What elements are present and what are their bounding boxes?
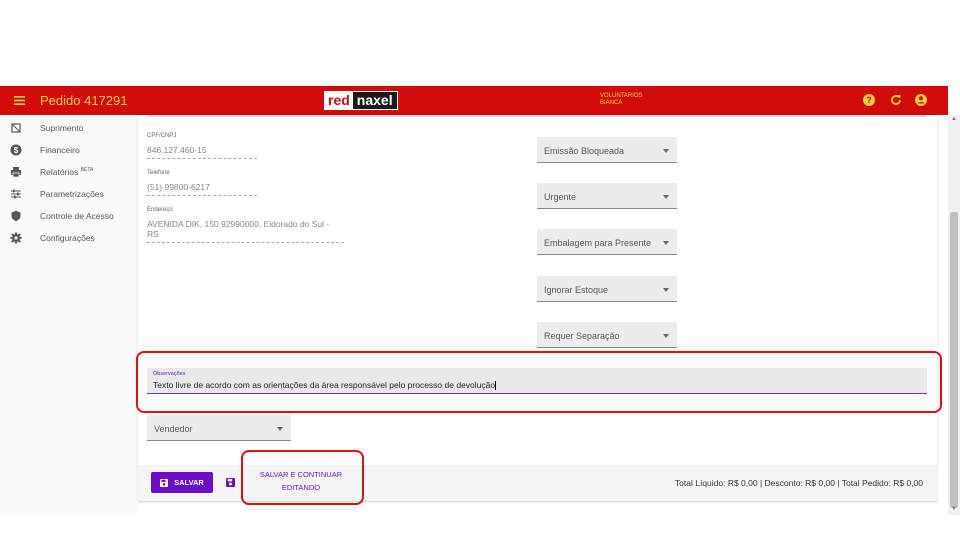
select-label: Requer Separação — [544, 331, 620, 341]
sidebar-item-label: Parametrizações — [40, 189, 104, 199]
user-info: VOLUNTARIOS BIANCA — [600, 93, 643, 107]
select-ignorar-estoque[interactable]: Ignorar Estoque — [537, 276, 677, 302]
phone-underline — [147, 195, 257, 196]
sidebar-item-label: Relatórios BETA — [40, 167, 93, 177]
select-urgente[interactable]: Urgente — [537, 183, 677, 209]
select-label: Ignorar Estoque — [544, 285, 609, 295]
select-label: Urgente — [544, 192, 577, 202]
select-requer-separacao[interactable]: Requer Separação — [537, 322, 677, 348]
supply-icon — [11, 123, 21, 133]
sidebar-item-label: Financeiro — [40, 145, 80, 155]
select-emissao-bloqueada[interactable]: Emissão Bloqueada — [537, 137, 677, 163]
svg-text:$: $ — [14, 146, 19, 155]
scrollbar-thumb[interactable] — [950, 212, 958, 508]
dropdown-arrow-icon — [663, 149, 669, 153]
dropdown-arrow-icon — [663, 334, 669, 338]
user-name: BIANCA — [600, 100, 623, 106]
shield-icon — [11, 210, 21, 222]
address-value-line1: AVENIDA DIK, 150 92990000, Eldorado do S… — [147, 219, 330, 229]
address-value-line2: RS — [147, 229, 159, 239]
printer-icon — [11, 167, 21, 178]
vendor-select[interactable]: Vendedor — [147, 415, 291, 441]
cpf-value: 846.127.460-15 — [147, 145, 207, 155]
sidebar-item-parametrizacoes[interactable]: Parametrizações — [0, 184, 137, 204]
sidebar-item-relatorios[interactable]: Relatórios BETA — [0, 162, 137, 182]
relatorios-text: Relatórios — [40, 167, 79, 177]
phone-value: (51) 99800-6217 — [147, 182, 210, 192]
help-icon[interactable]: ? — [862, 93, 876, 107]
sliders-icon — [11, 189, 21, 199]
sidebar-item-controle-acesso[interactable]: Controle de Acesso — [0, 206, 137, 226]
highlight-observations — [136, 351, 942, 413]
svg-text:?: ? — [866, 95, 872, 105]
save-button-label: SALVAR — [174, 478, 204, 487]
scroll-up-icon[interactable]: ▲ — [951, 116, 957, 122]
highlight-save-continue — [241, 450, 364, 505]
card-divider — [148, 115, 926, 117]
sidebar-item-financeiro[interactable]: $ Financeiro — [0, 140, 137, 160]
cpf-label: CPF/CNPJ — [147, 133, 177, 139]
sidebar-item-label: Suprimento — [40, 123, 84, 133]
sidebar-item-suprimento[interactable]: Suprimento — [0, 118, 137, 138]
address-underline — [147, 242, 344, 243]
dropdown-arrow-icon — [663, 195, 669, 199]
sidebar-item-configuracoes[interactable]: Configurações — [0, 228, 137, 248]
cpf-underline — [147, 158, 257, 159]
select-embalagem-presente[interactable]: Embalagem para Presente — [537, 229, 677, 255]
save-icon — [160, 478, 169, 487]
disk-icon[interactable] — [226, 478, 235, 487]
dropdown-arrow-icon — [277, 427, 283, 431]
dollar-icon: $ — [10, 144, 22, 156]
order-totals: Total Líquido: R$ 0,00 | Desconto: R$ 0,… — [674, 478, 923, 488]
vendor-label: Vendedor — [154, 424, 193, 434]
sidebar-item-label: Controle de Acesso — [40, 211, 114, 221]
dropdown-arrow-icon — [663, 288, 669, 292]
address-label: Endereço — [147, 207, 173, 213]
logo-black-part: naxel — [352, 92, 397, 109]
refresh-icon[interactable] — [889, 93, 903, 107]
dropdown-arrow-icon — [663, 241, 669, 245]
account-icon[interactable] — [914, 93, 928, 107]
order-card — [138, 115, 937, 501]
gear-icon — [10, 232, 22, 244]
sidebar: Suprimento $ Financeiro Relatórios BETA … — [0, 115, 137, 515]
select-label: Embalagem para Presente — [544, 238, 652, 248]
phone-label: Telefone — [147, 170, 170, 176]
select-label: Emissão Bloqueada — [544, 146, 625, 156]
beta-badge: BETA — [80, 167, 94, 174]
menu-icon[interactable] — [12, 93, 27, 108]
page-title: Pedido 417291 — [40, 93, 128, 108]
brand-logo: red naxel — [324, 91, 398, 110]
scroll-down-icon[interactable]: ▼ — [951, 506, 957, 512]
user-group: VOLUNTARIOS — [600, 93, 643, 99]
sidebar-item-label: Configurações — [40, 233, 95, 243]
save-button[interactable]: SALVAR — [151, 472, 213, 493]
logo-red-part: red — [325, 92, 353, 109]
app-bar: Pedido 417291 red naxel VOLUNTARIOS BIAN… — [0, 86, 948, 115]
